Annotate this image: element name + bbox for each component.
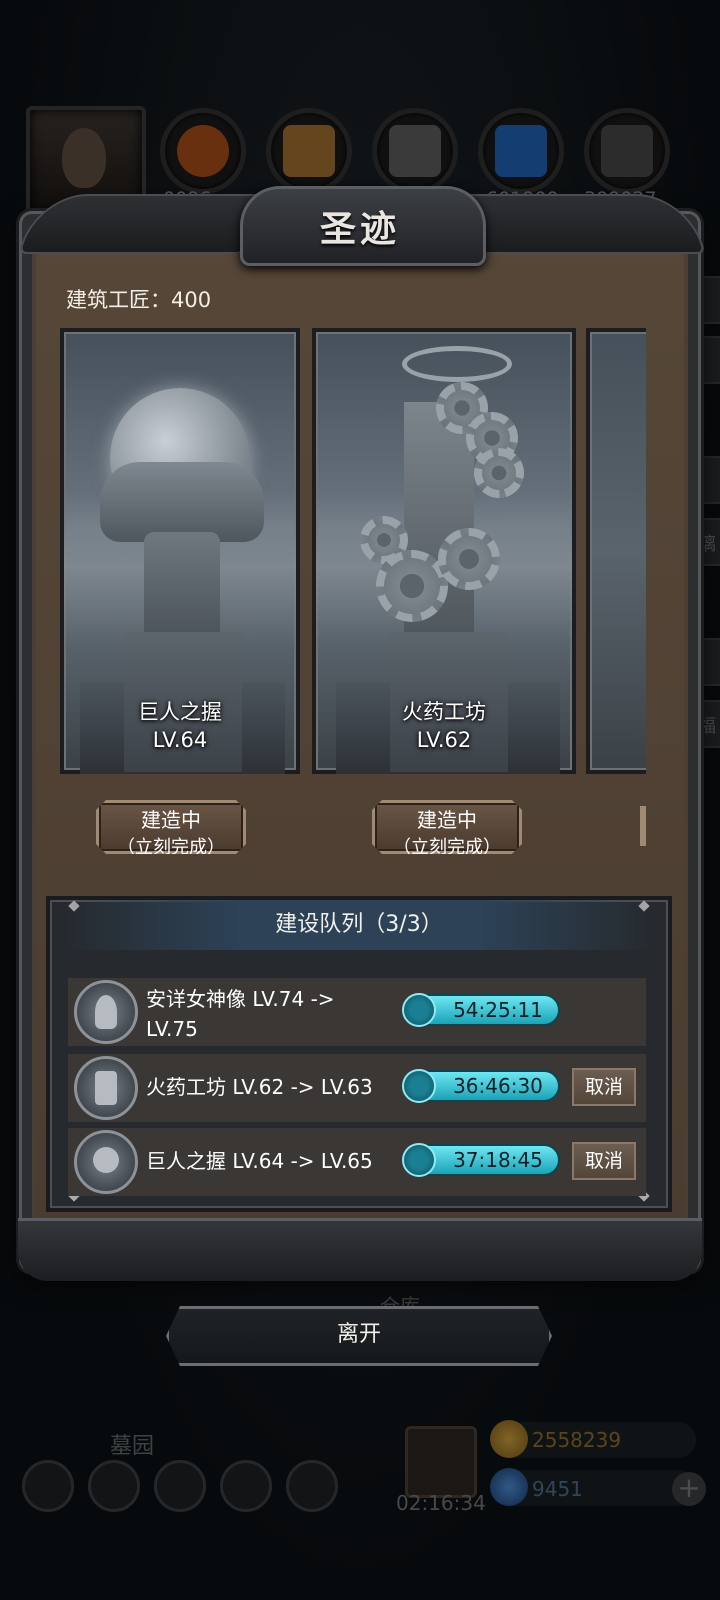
- queue-row: 巨人之握 LV.64 -> LV.65 37:18:45 取消: [68, 1128, 646, 1196]
- queue-item-text: 火药工坊 LV.62 -> LV.63: [146, 1075, 373, 1099]
- dragon-wing-ornament-right: [462, 194, 706, 254]
- dragon-wing-ornament-left: [18, 194, 262, 254]
- clock-icon: [402, 1069, 436, 1103]
- finish-now-button-gunpowder[interactable]: 建造中 （立刻完成）: [372, 800, 522, 854]
- building-level: LV.62: [416, 728, 472, 752]
- building-name: 火药工坊: [402, 700, 486, 724]
- goddess-statue-icon: [74, 980, 138, 1044]
- cancel-button[interactable]: 取消: [572, 1068, 636, 1106]
- queue-timer: 54:25:11: [402, 993, 560, 1027]
- building-name: 巨人之握: [138, 700, 222, 724]
- building-level: LV.64: [152, 728, 208, 752]
- queue-item-text: 巨人之握 LV.64 -> LV.65: [146, 1149, 373, 1173]
- giant-grasp-icon: [74, 1130, 138, 1194]
- timer-value: 37:18:45: [453, 1148, 543, 1172]
- clock-icon: [402, 993, 436, 1027]
- queue-row: 火药工坊 LV.62 -> LV.63 36:46:30 取消: [68, 1054, 646, 1122]
- queue-title: 建设队列（3/3）: [275, 912, 443, 937]
- building-card-partial[interactable]: [586, 328, 646, 774]
- craftsman-count: 建筑工匠：400: [66, 288, 212, 312]
- building-card-giant-grasp[interactable]: 巨人之握 LV.64: [60, 328, 300, 774]
- cancel-button[interactable]: 取消: [572, 1142, 636, 1180]
- finish-now-button-giant-grasp[interactable]: 建造中 （立刻完成）: [96, 800, 246, 854]
- leave-button[interactable]: 离开: [166, 1306, 552, 1366]
- finish-now-button-partial[interactable]: [640, 806, 646, 846]
- building-carousel[interactable]: 巨人之握 LV.64 火药工坊 LV.62: [60, 328, 646, 776]
- stone-hand-image: [100, 462, 264, 542]
- queue-timer: 37:18:45: [402, 1143, 560, 1177]
- clock-icon: [402, 1143, 436, 1177]
- build-status: 建造中: [141, 808, 201, 832]
- queue-item-text: 安详女神像 LV.74 -> LV.75: [146, 987, 335, 1041]
- timer-value: 54:25:11: [453, 998, 543, 1022]
- timer-value: 36:46:30: [453, 1074, 543, 1098]
- queue-row: 安详女神像 LV.74 -> LV.75 54:25:11: [68, 978, 646, 1046]
- build-status: 建造中: [417, 808, 477, 832]
- modal-title: 圣迹: [319, 208, 400, 250]
- modal-bottom-ornament: [18, 1218, 702, 1281]
- queue-timer: 36:46:30: [402, 1069, 560, 1103]
- gear-tower-icon: [74, 1056, 138, 1120]
- building-card-gunpowder-workshop[interactable]: 火药工坊 LV.62: [312, 328, 576, 774]
